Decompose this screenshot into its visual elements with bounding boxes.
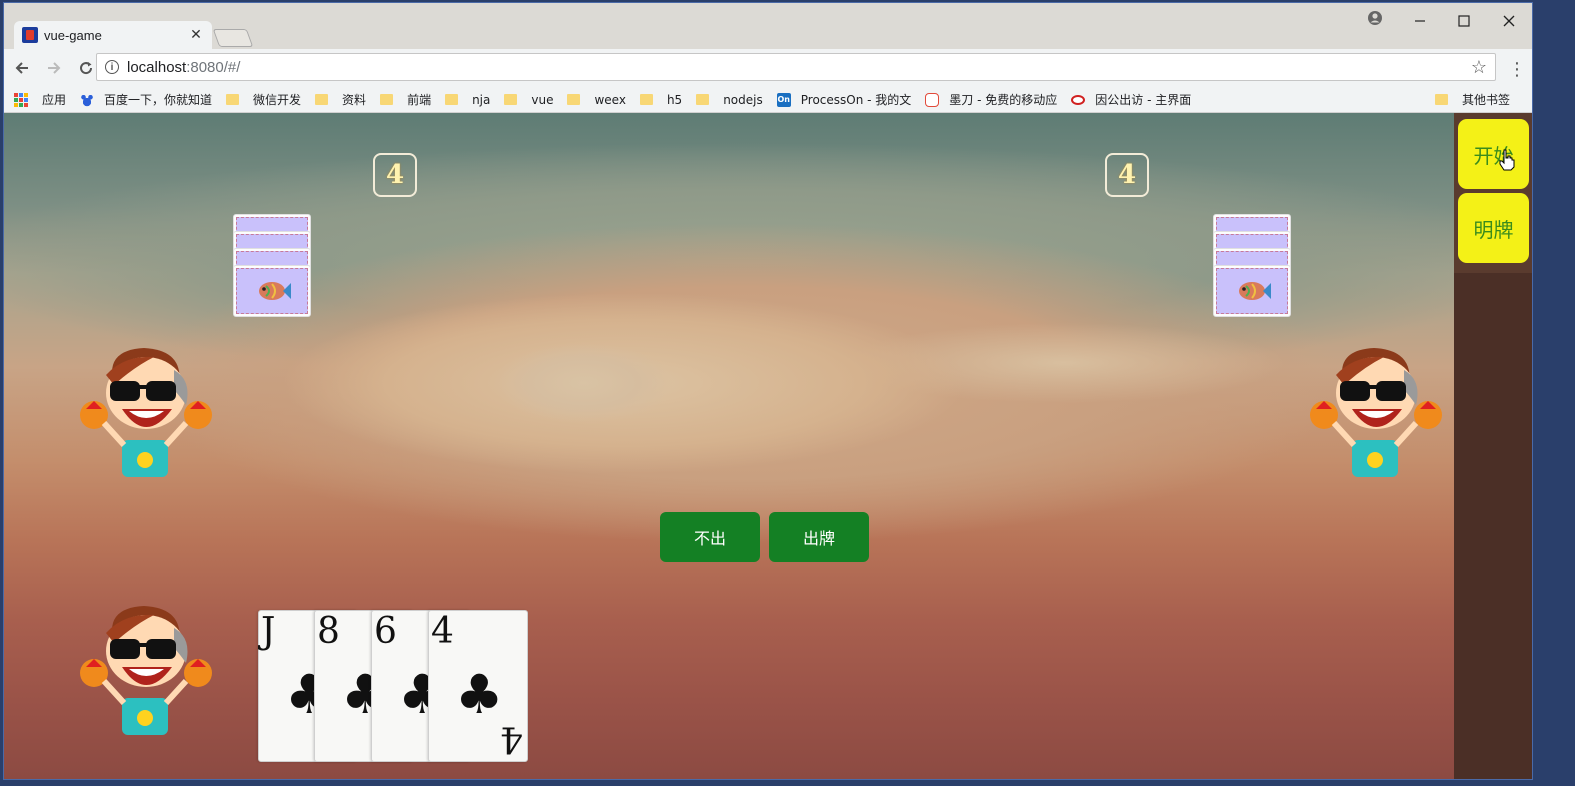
maximize-icon[interactable]	[1441, 9, 1487, 33]
bookmark-label: 其他书签	[1461, 93, 1510, 107]
back-arrow-icon[interactable]	[8, 54, 36, 82]
bookmark-label: ProcessOn - 我的文	[800, 93, 912, 107]
minimize-icon[interactable]	[1397, 9, 1443, 33]
bookmark-other[interactable]: 其他书签	[1434, 91, 1510, 108]
bookmark-folder[interactable]: nja	[445, 93, 490, 107]
bookmark-star-icon[interactable]: ☆	[1471, 57, 1487, 78]
browser-tab[interactable]: vue-game ✕	[14, 21, 212, 49]
reveal-cards-button[interactable]: 明牌	[1458, 193, 1529, 263]
play-button[interactable]: 出牌	[769, 512, 869, 562]
folder-icon	[504, 94, 518, 105]
forward-arrow-icon[interactable]	[40, 54, 68, 82]
folder-icon	[567, 94, 581, 105]
hand-card[interactable]: 4 ♣ 4	[428, 610, 528, 762]
bookmark-folder[interactable]: h5	[639, 92, 683, 107]
title-bar: vue-game ✕	[4, 3, 1532, 49]
left-player-avatar	[80, 348, 212, 477]
bookmark-folder[interactable]: weex	[567, 92, 626, 107]
fish-pattern-icon	[259, 282, 291, 300]
bookmark-label: 前端	[407, 93, 432, 107]
close-icon[interactable]: ✕	[188, 27, 204, 43]
new-tab-button[interactable]	[212, 29, 254, 47]
bookmark-label: nodejs	[723, 92, 763, 107]
bookmark-modao[interactable]: 墨刀 - 免费的移动应	[925, 91, 1057, 108]
folder-icon	[1434, 94, 1448, 105]
bookmark-label: 百度一下，你就知道	[104, 93, 213, 107]
tab-title: vue-game	[44, 27, 102, 43]
card-rank: 4	[431, 611, 454, 652]
apps-grid-icon	[14, 92, 28, 107]
bookmark-yingong[interactable]: 因公出访 - 主界面	[1071, 91, 1191, 108]
self-player-avatar	[80, 606, 212, 735]
folder-icon	[445, 94, 459, 105]
folder-icon	[696, 94, 710, 105]
game-table: 4 4 不出 出牌 J ♣ 8 ♣ 6 ♣ 4 ♣ 4	[4, 113, 1454, 779]
info-icon[interactable]: i	[105, 60, 119, 74]
fish-pattern-icon	[1239, 282, 1271, 300]
bookmark-label: 应用	[42, 93, 67, 107]
bookmarks-bar: 应用 百度一下，你就知道 微信开发 资料 前端 nja vue weex h5 …	[4, 87, 1532, 113]
folder-icon	[226, 94, 240, 105]
menu-dots-icon[interactable]: ⋮	[1508, 59, 1526, 80]
window-close-icon[interactable]	[1486, 9, 1532, 33]
bookmark-label: 资料	[342, 93, 367, 107]
baidu-paw-icon	[80, 92, 95, 107]
card-rank: 8	[317, 611, 340, 652]
pass-button[interactable]: 不出	[660, 512, 760, 562]
card-back	[233, 265, 311, 317]
bookmark-label: 微信开发	[253, 93, 302, 107]
address-bar[interactable]: i localhost :8080/#/ ☆	[96, 53, 1496, 81]
card-rank-bottom: 4	[500, 718, 523, 759]
bookmark-label: 墨刀 - 免费的移动应	[949, 93, 1058, 107]
right-player-avatar	[1310, 348, 1442, 477]
processon-icon: On	[776, 92, 791, 107]
browser-toolbar: i localhost :8080/#/ ☆ ⋮	[4, 49, 1532, 87]
left-opponent-card-count: 4	[373, 153, 417, 197]
card-back	[1213, 265, 1291, 317]
bookmark-folder[interactable]: 微信开发	[226, 91, 301, 108]
bookmark-label: 因公出访 - 主界面	[1095, 93, 1192, 107]
modao-icon	[925, 92, 940, 107]
bookmark-label: nja	[472, 92, 491, 107]
bookmark-processon[interactable]: On ProcessOn - 我的文	[776, 91, 912, 108]
url-host: localhost	[127, 58, 187, 76]
url-path: :8080/#/	[186, 58, 241, 76]
bookmark-folder[interactable]: 资料	[315, 91, 366, 108]
club-icon: ♣	[455, 663, 504, 726]
bookmark-baidu[interactable]: 百度一下，你就知道	[80, 91, 212, 108]
bookmark-folder[interactable]: nodejs	[696, 93, 763, 107]
hand-cursor-icon	[1499, 149, 1515, 171]
eye-logo-icon	[1071, 94, 1086, 105]
profile-icon[interactable]	[1366, 9, 1384, 27]
vue-game-favicon-icon	[22, 27, 38, 43]
folder-icon	[639, 94, 653, 105]
card-rank: J	[261, 611, 276, 652]
card-rank: 6	[374, 611, 397, 652]
bookmark-label: vue	[531, 92, 554, 107]
folder-icon	[380, 94, 394, 105]
bookmark-apps[interactable]: 应用	[4, 91, 66, 108]
bookmark-label: weex	[594, 92, 626, 107]
start-button[interactable]: 开始	[1458, 119, 1529, 189]
folder-icon	[315, 94, 329, 105]
browser-window: vue-game ✕ i localhost :8080/#/ ☆ ⋮ 应用 百…	[3, 2, 1533, 780]
bookmark-label: h5	[666, 92, 683, 107]
bookmark-folder[interactable]: 前端	[380, 91, 431, 108]
bookmark-folder[interactable]: vue	[504, 93, 553, 107]
right-opponent-card-count: 4	[1105, 153, 1149, 197]
